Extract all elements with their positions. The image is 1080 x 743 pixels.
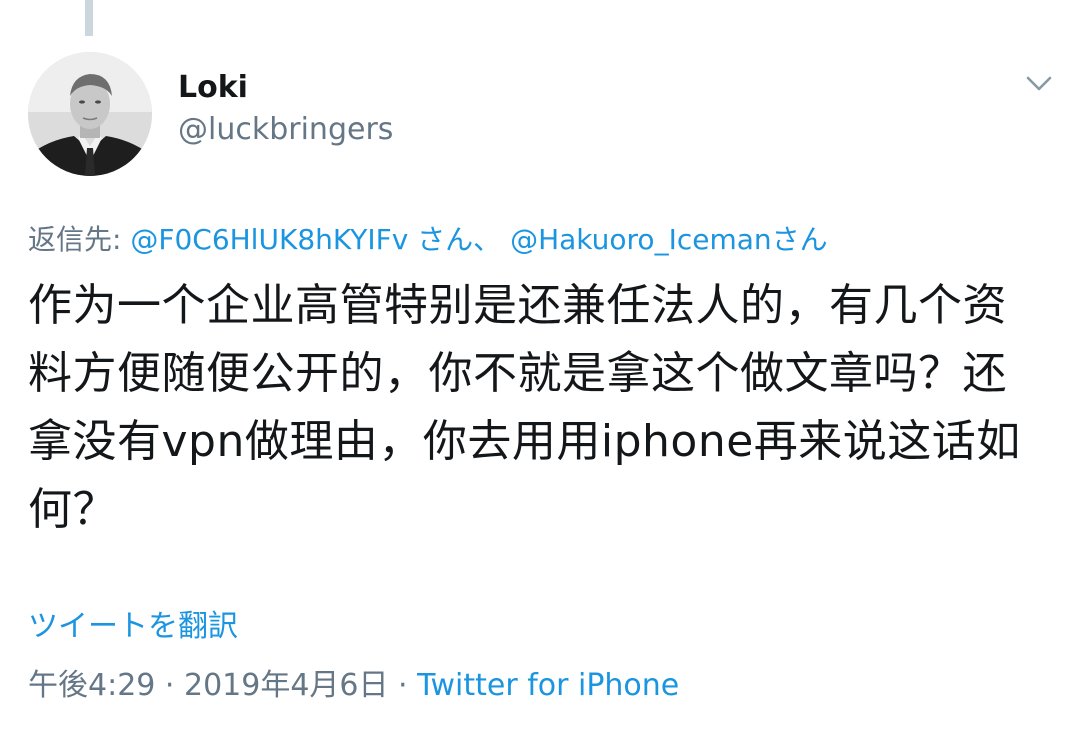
thread-line [85, 0, 93, 36]
meta-separator: · [155, 668, 184, 703]
chevron-down-icon [1026, 76, 1052, 91]
reply-prefix: 返信先: [28, 223, 131, 256]
reply-mention-2[interactable]: @Hakuoro_Iceman [510, 223, 772, 256]
translate-tweet-link[interactable]: ツイートを翻訳 [28, 606, 238, 648]
reply-mention-1[interactable]: @F0C6HlUK8hKYIFv [130, 223, 408, 256]
tweet-text: 作为一个企业高管特别是还兼任法人的，有几个资料方便随便公开的，你不就是拿这个做文… [28, 280, 1021, 535]
user-handle[interactable]: @luckbringers [178, 108, 393, 152]
reply-suffix-1[interactable]: さん、 [408, 223, 510, 256]
reply-suffix-2[interactable]: さん [772, 223, 828, 256]
tweet-menu-button[interactable] [1016, 68, 1062, 102]
reply-context: 返信先: @F0C6HlUK8hKYIFv さん、 @Hakuoro_Icema… [28, 220, 828, 260]
tweet-time: 午後4:29 [28, 668, 156, 703]
meta-separator-2: · [388, 668, 418, 703]
display-name[interactable]: Loki [178, 68, 393, 108]
tweet-metadata: 午後4:29 · 2019年4月6日 · Twitter for iPhone [28, 664, 679, 708]
author-info[interactable]: Loki @luckbringers [178, 68, 393, 152]
avatar[interactable] [28, 52, 152, 176]
tweet-source-link[interactable]: Twitter for iPhone [417, 668, 679, 703]
tweet-date: 2019年4月6日 [183, 668, 389, 703]
profile-photo-icon [28, 52, 152, 176]
